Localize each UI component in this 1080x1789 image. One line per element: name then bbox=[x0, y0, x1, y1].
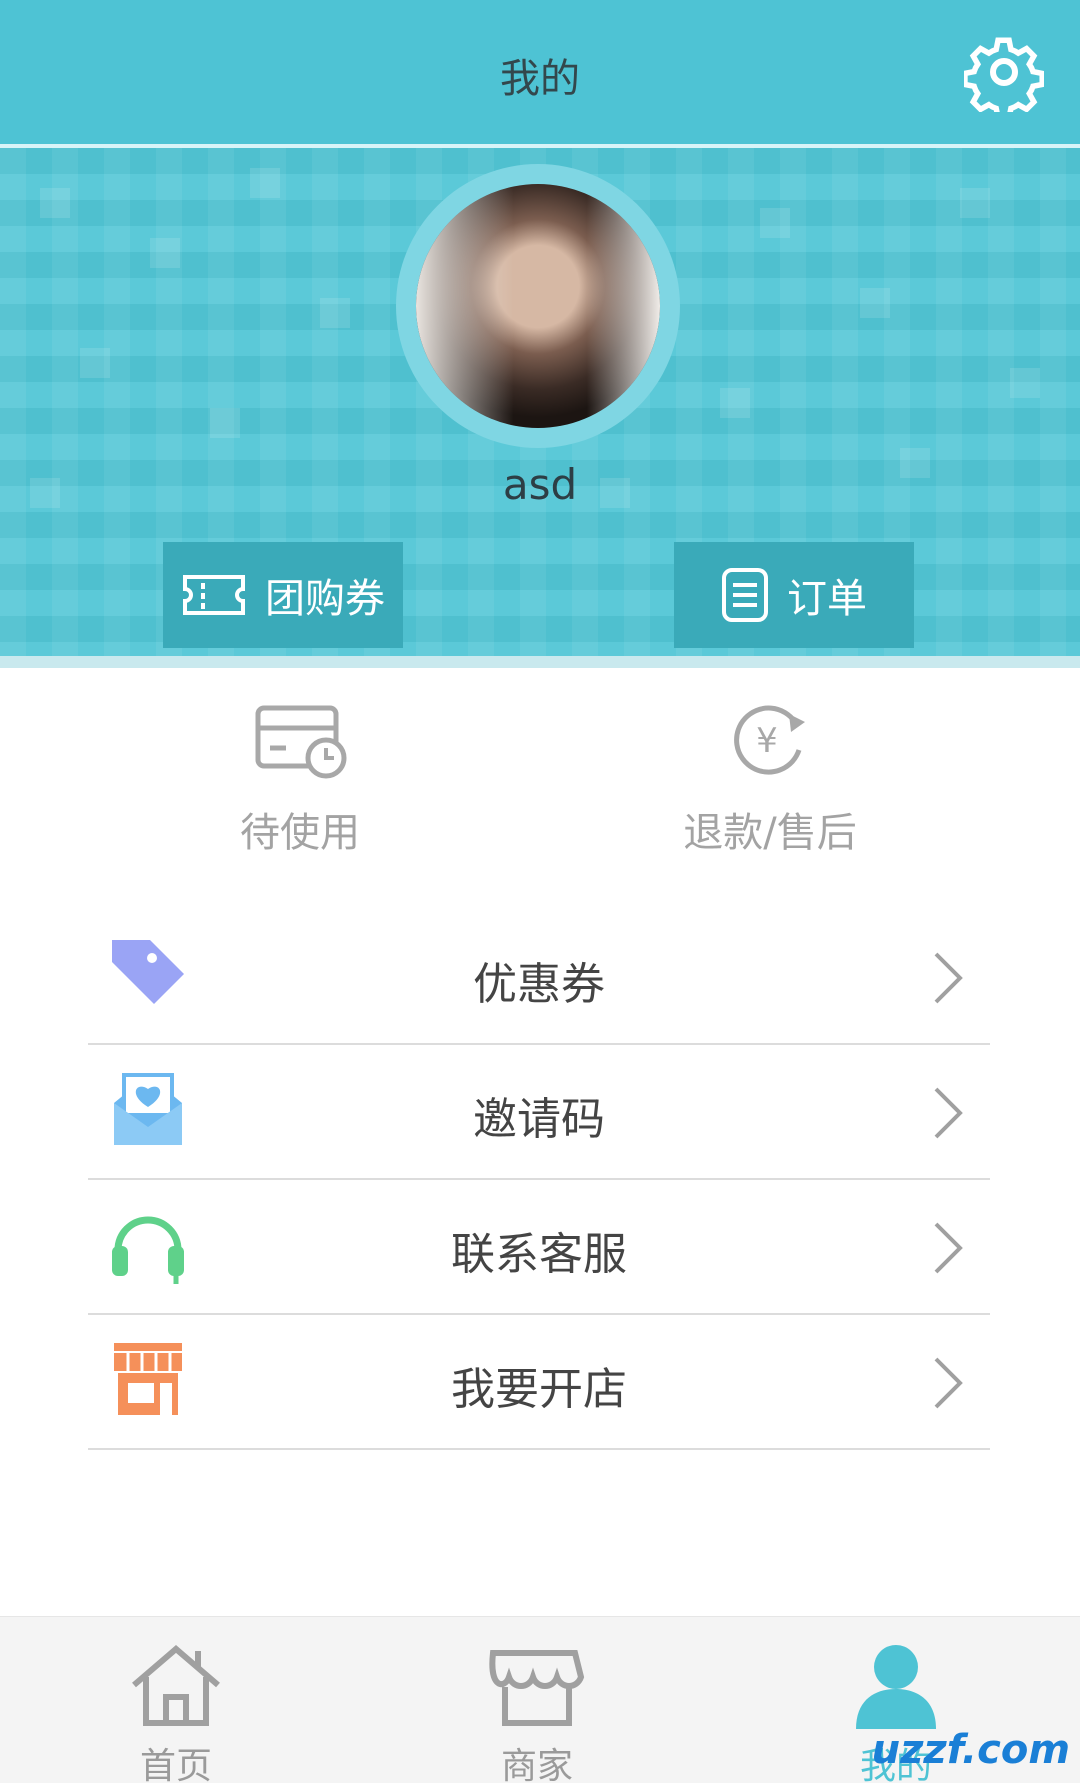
menu-item-label: 优惠券 bbox=[473, 959, 605, 1010]
quick-to-use[interactable]: 待使用 bbox=[150, 700, 450, 858]
top-bar: 我的 bbox=[0, 0, 1080, 146]
tab-merchants-label: 商家 bbox=[500, 1746, 573, 1787]
tab-merchants[interactable]: 商家 bbox=[437, 1643, 637, 1789]
menu-item-customer-service[interactable]: 联系客服 bbox=[88, 1180, 990, 1315]
avatar-ring[interactable] bbox=[396, 164, 680, 448]
order-list-icon bbox=[722, 568, 768, 622]
tab-home[interactable]: 首页 bbox=[76, 1643, 276, 1789]
menu-item-label: 我要开店 bbox=[451, 1364, 627, 1415]
menu-item-coupon[interactable]: 优惠券 bbox=[88, 910, 990, 1045]
chevron-right-icon bbox=[934, 952, 963, 1004]
ticket-icon bbox=[183, 575, 245, 615]
group-coupon-label: 团购券 bbox=[265, 576, 385, 622]
menu-item-label: 联系客服 bbox=[451, 1229, 627, 1280]
orders-label: 订单 bbox=[787, 576, 867, 622]
user-icon bbox=[856, 1645, 936, 1729]
menu-item-open-store[interactable]: 我要开店 bbox=[88, 1315, 990, 1450]
group-coupon-button[interactable]: 团购券 bbox=[163, 542, 403, 648]
watermark-logo: uzzf.com bbox=[871, 1727, 1070, 1773]
menu-list: 优惠券 邀请码 联系客服 我要开店 bbox=[88, 910, 990, 1450]
chevron-right-icon bbox=[934, 1222, 963, 1274]
chevron-right-icon bbox=[934, 1357, 963, 1409]
page-title: 我的 bbox=[500, 56, 580, 102]
shop-icon bbox=[489, 1650, 585, 1726]
home-icon bbox=[132, 1645, 220, 1726]
card-clock-icon bbox=[255, 705, 347, 779]
avatar[interactable] bbox=[416, 184, 660, 428]
orders-button[interactable]: 订单 bbox=[674, 542, 914, 648]
quick-to-use-label: 待使用 bbox=[240, 810, 360, 856]
settings-gear-icon[interactable] bbox=[964, 32, 1044, 112]
menu-item-label: 邀请码 bbox=[473, 1094, 605, 1145]
svg-text:¥: ¥ bbox=[756, 721, 778, 761]
profile-banner: asd 团购券 订单 bbox=[0, 148, 1080, 656]
refund-yen-icon: ¥ bbox=[734, 705, 805, 775]
banner-divider bbox=[0, 656, 1080, 668]
username: asd bbox=[502, 460, 578, 509]
chevron-right-icon bbox=[934, 1087, 963, 1139]
bottom-tab-bar: 首页 商家 我的 uzzf.com bbox=[0, 1616, 1080, 1787]
quick-refund-label: 退款/售后 bbox=[683, 810, 857, 856]
tab-home-label: 首页 bbox=[139, 1746, 212, 1787]
quick-refund[interactable]: ¥ 退款/售后 bbox=[620, 700, 920, 858]
menu-item-invite-code[interactable]: 邀请码 bbox=[88, 1045, 990, 1180]
